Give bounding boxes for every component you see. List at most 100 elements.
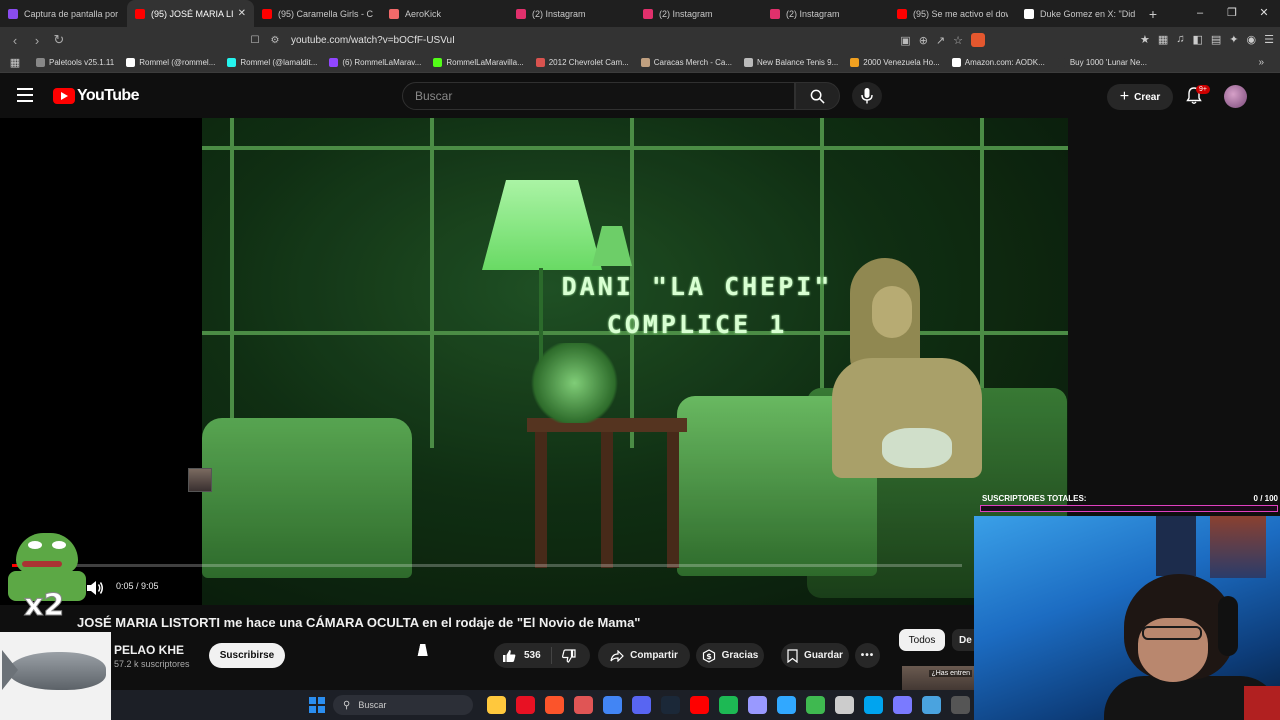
minimize-icon[interactable]: – bbox=[1184, 0, 1216, 27]
taskbar-app-icon[interactable] bbox=[719, 696, 738, 714]
account-avatar[interactable] bbox=[1224, 85, 1247, 108]
taskbar-app-icon[interactable] bbox=[835, 696, 854, 714]
reload-icon[interactable]: ↻ bbox=[48, 32, 70, 48]
browser-tab[interactable]: Captura de pantalla por Li bbox=[0, 0, 127, 27]
bookmark-item[interactable]: (6) RommelLaMarav... bbox=[323, 58, 427, 67]
video-frame[interactable]: DANI "LA CHEPI" COMPLICE 1 bbox=[202, 118, 1068, 605]
new-tab-button[interactable]: + bbox=[1143, 6, 1163, 22]
bookmark-item[interactable]: 2012 Chevrolet Cam... bbox=[530, 58, 635, 67]
close-window-icon[interactable]: ✕ bbox=[1248, 0, 1280, 27]
taskbar-app-icon[interactable] bbox=[864, 696, 883, 714]
tab-favicon-icon bbox=[897, 8, 907, 19]
wallet-icon[interactable]: ▦ bbox=[1158, 33, 1168, 46]
voice-search-button[interactable] bbox=[852, 82, 882, 110]
bookmark-favicon-icon bbox=[433, 58, 443, 67]
vpn-icon[interactable]: ▤ bbox=[1211, 33, 1221, 46]
forward-arrow-icon[interactable]: › bbox=[26, 33, 48, 48]
video-progress-bar[interactable] bbox=[12, 564, 962, 567]
share-page-icon[interactable]: ↗ bbox=[936, 34, 945, 47]
browser-tab[interactable]: (95) Se me activo el down bbox=[889, 0, 1016, 27]
dislike-button[interactable] bbox=[552, 648, 586, 663]
url-text[interactable]: youtube.com/watch?v=bOCfF-USVuI bbox=[291, 35, 455, 46]
browser-tab[interactable]: (95) JOSÉ MARIA LIST ✕ bbox=[127, 0, 254, 27]
bookmark-item[interactable]: New Balance Tenis 9... bbox=[738, 58, 844, 67]
channel-name[interactable]: PELAO KHE bbox=[114, 643, 184, 657]
extension-puzzle-icon[interactable]: ★ bbox=[1140, 33, 1150, 46]
bookmark-item[interactable]: RommelLaMaravilla... bbox=[427, 58, 529, 67]
bookmark-item[interactable]: Rommel (@rommel... bbox=[120, 58, 221, 67]
video-player[interactable]: DANI "LA CHEPI" COMPLICE 1 0:05 / 9:05 bbox=[0, 118, 1068, 605]
bookmark-item[interactable]: 2000 Venezuela Ho... bbox=[844, 58, 946, 67]
chip-second[interactable]: De bbox=[952, 629, 974, 651]
volume-icon[interactable] bbox=[86, 580, 104, 596]
more-bookmarks-icon[interactable]: » bbox=[1258, 57, 1264, 68]
star-icon[interactable]: ☆ bbox=[953, 34, 963, 47]
leo-icon[interactable]: ✦ bbox=[1229, 33, 1238, 46]
taskbar-search[interactable]: ⚲ Buscar bbox=[333, 695, 473, 715]
svg-text:$: $ bbox=[706, 652, 712, 661]
search-input[interactable]: Buscar bbox=[402, 82, 795, 110]
bookmark-item[interactable]: Caracas Merch - Ca... bbox=[635, 58, 738, 67]
restore-icon[interactable]: ❐ bbox=[1216, 0, 1248, 27]
bookmark-item[interactable]: Buy 1000 'Lunar Ne... bbox=[1051, 58, 1153, 67]
taskbar-app-icon[interactable] bbox=[574, 696, 593, 714]
taskbar-app-icon[interactable] bbox=[748, 696, 767, 714]
taskbar-app-icon[interactable] bbox=[516, 696, 535, 714]
menu-icon[interactable]: ☰ bbox=[1264, 33, 1274, 46]
channel-subscribers: 57.2 k suscriptores bbox=[114, 659, 190, 669]
apps-grid-icon[interactable]: ▦ bbox=[0, 56, 30, 69]
browser-tab[interactable]: (2) Instagram bbox=[762, 0, 889, 27]
share-icon bbox=[610, 649, 624, 662]
tab-favicon-icon bbox=[8, 8, 18, 19]
browser-tab[interactable]: (2) Instagram bbox=[635, 0, 762, 27]
taskbar-app-icon[interactable] bbox=[690, 696, 709, 714]
back-arrow-icon[interactable]: ‹ bbox=[4, 33, 26, 48]
thanks-button[interactable]: $ Gracias bbox=[696, 643, 764, 668]
windows-start-icon[interactable] bbox=[309, 697, 325, 713]
taskbar-app-icon[interactable] bbox=[632, 696, 651, 714]
youtube-logo[interactable]: YouTube bbox=[53, 87, 139, 105]
address-bar[interactable]: ☐ ⚙ youtube.com/watch?v=bOCfF-USVuI ▣ ⊕ … bbox=[245, 30, 985, 50]
bookmark-item[interactable]: Paletools v25.1.11 bbox=[30, 58, 120, 67]
bookmark-label: New Balance Tenis 9... bbox=[757, 58, 839, 67]
like-button[interactable]: 536 bbox=[494, 647, 552, 664]
bookmark-item[interactable]: Amazon.com: AODK... bbox=[946, 58, 1051, 67]
taskbar-app-icon[interactable] bbox=[951, 696, 970, 714]
site-settings-icon[interactable]: ⚙ bbox=[265, 35, 285, 46]
browser-tab[interactable]: (95) Caramella Girls - Cara bbox=[254, 0, 381, 27]
tab-favicon-icon bbox=[516, 8, 526, 19]
taskbar-app-icon[interactable] bbox=[545, 696, 564, 714]
tab-favicon-icon bbox=[389, 8, 399, 19]
brave-shield-icon[interactable] bbox=[971, 33, 985, 47]
browser-tab[interactable]: Duke Gomez en X: "Did yo bbox=[1016, 0, 1143, 27]
bookmark-item[interactable]: Rommel (@lamaldit... bbox=[221, 58, 323, 67]
cast-icon[interactable]: ▣ bbox=[900, 34, 910, 47]
sidebar-icon[interactable]: ◧ bbox=[1192, 33, 1202, 46]
create-button[interactable]: + Crear bbox=[1107, 84, 1173, 110]
taskbar-app-icon[interactable] bbox=[922, 696, 941, 714]
more-actions-button[interactable]: ••• bbox=[855, 643, 880, 668]
share-button[interactable]: Compartir bbox=[598, 643, 690, 668]
tab-close-icon[interactable]: ✕ bbox=[238, 8, 246, 19]
taskbar-app-icon[interactable] bbox=[806, 696, 825, 714]
browser-tab[interactable]: (2) Instagram bbox=[508, 0, 635, 27]
guide-menu-icon[interactable] bbox=[17, 88, 33, 102]
subscribe-button[interactable]: Suscribirse bbox=[209, 643, 285, 668]
bookmark-icon[interactable]: ☐ bbox=[245, 35, 265, 46]
taskbar-app-icon[interactable] bbox=[661, 696, 680, 714]
bookmark-label: 2012 Chevrolet Cam... bbox=[548, 58, 629, 67]
taskbar-app-icon[interactable] bbox=[603, 696, 622, 714]
taskbar-app-icon[interactable] bbox=[893, 696, 912, 714]
goal-label: SUSCRIPTORES TOTALES: bbox=[982, 494, 1087, 503]
search-button[interactable] bbox=[795, 82, 840, 110]
tab-favicon-icon bbox=[262, 8, 272, 19]
profile-icon[interactable]: ◉ bbox=[1247, 33, 1257, 46]
taskbar-app-icon[interactable] bbox=[777, 696, 796, 714]
save-button[interactable]: Guardar bbox=[781, 643, 849, 668]
taskbar-app-icon[interactable] bbox=[487, 696, 506, 714]
browser-tab[interactable]: AeroKick bbox=[381, 0, 508, 27]
chip-all[interactable]: Todos bbox=[899, 629, 945, 651]
music-icon[interactable]: ♫ bbox=[1176, 33, 1184, 46]
zoom-icon[interactable]: ⊕ bbox=[919, 34, 928, 47]
video-title: JOSÉ MARIA LISTORTI me hace una CÁMARA O… bbox=[77, 615, 641, 630]
